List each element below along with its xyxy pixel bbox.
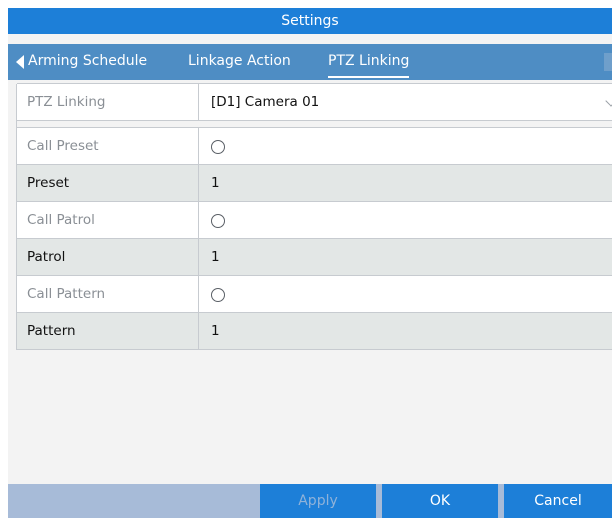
button-bar: Apply OK Cancel — [8, 484, 612, 518]
tab-bar: Arming Schedule Linkage Action PTZ Linki… — [8, 44, 612, 80]
call-pattern-row: Call Pattern — [17, 275, 612, 313]
chevron-down-icon — [605, 95, 612, 107]
call-pattern-radio[interactable] — [211, 288, 225, 302]
call-preset-label: Call Preset — [17, 128, 199, 164]
preset-label: Preset — [17, 165, 199, 201]
settings-dialog: Settings Arming Schedule Linkage Action … — [8, 8, 612, 518]
cancel-button[interactable]: Cancel — [504, 484, 612, 518]
apply-button[interactable]: Apply — [260, 484, 376, 518]
call-patrol-row: Call Patrol — [17, 201, 612, 239]
pattern-field[interactable]: 1 — [199, 313, 612, 349]
ok-button[interactable]: OK — [382, 484, 498, 518]
scroll-right-icon[interactable] — [604, 53, 612, 71]
pattern-label: Pattern — [17, 313, 199, 349]
tab-label: PTZ Linking — [328, 53, 410, 69]
call-patrol-label: Call Patrol — [17, 202, 199, 238]
ptz-linking-selected-value: [D1] Camera 01 — [211, 94, 320, 110]
preset-field[interactable]: 1 — [199, 165, 612, 201]
call-pattern-label: Call Pattern — [17, 276, 199, 312]
patrol-row: Patrol 1 — [17, 238, 612, 276]
pattern-row: Pattern 1 — [17, 312, 612, 350]
tab-linkage-action[interactable]: Linkage Action — [188, 44, 291, 80]
window-title: Settings — [8, 8, 612, 34]
call-patrol-cell — [199, 202, 612, 238]
call-preset-radio[interactable] — [211, 140, 225, 154]
patrol-label: Patrol — [17, 239, 199, 275]
tab-label: Arming Schedule — [28, 53, 148, 69]
call-preset-row: Call Preset — [17, 127, 612, 165]
call-preset-cell — [199, 128, 612, 164]
call-patrol-radio[interactable] — [211, 214, 225, 228]
ptz-linking-form: PTZ Linking [D1] Camera 01 Call Preset P… — [16, 83, 612, 350]
tab-ptz-linking[interactable]: PTZ Linking — [328, 44, 410, 80]
scroll-left-icon[interactable] — [16, 55, 24, 69]
preset-row: Preset 1 — [17, 164, 612, 202]
ptz-linking-label: PTZ Linking — [17, 84, 199, 120]
ptz-linking-select[interactable]: [D1] Camera 01 — [199, 84, 612, 120]
tab-label: Linkage Action — [188, 53, 291, 69]
tab-arming-schedule[interactable]: Arming Schedule — [28, 44, 147, 80]
ptz-linking-row: PTZ Linking [D1] Camera 01 — [17, 83, 612, 121]
call-pattern-cell — [199, 276, 612, 312]
active-tab-indicator — [328, 76, 410, 78]
patrol-field[interactable]: 1 — [199, 239, 612, 275]
